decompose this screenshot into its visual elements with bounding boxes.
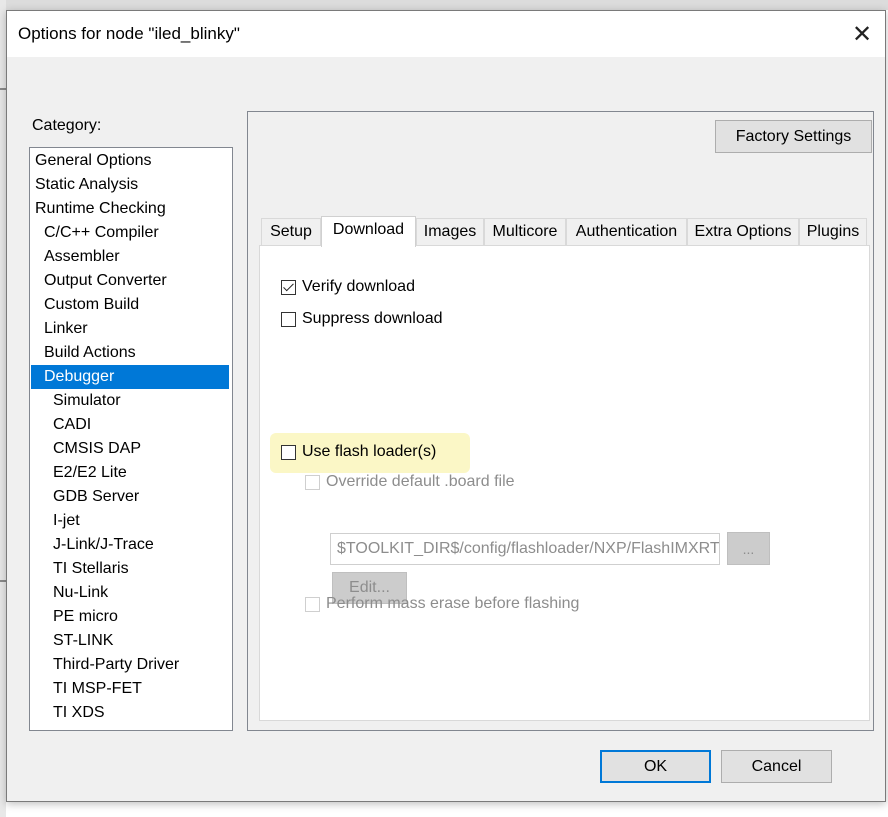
tab-multicore[interactable]: Multicore xyxy=(484,218,566,246)
mass-erase-checkbox[interactable] xyxy=(305,596,320,612)
tab-plugins[interactable]: Plugins xyxy=(799,218,867,246)
cancel-button[interactable]: Cancel xyxy=(721,750,832,783)
verify-download-checkbox[interactable] xyxy=(281,279,296,295)
title-bar: Options for node "iled_blinky" ✕ xyxy=(7,11,885,57)
use-flash-loader-label: Use flash loader(s) xyxy=(302,443,437,460)
override-board-file-label: Override default .board file xyxy=(326,473,515,490)
category-item-cadi[interactable]: CADI xyxy=(31,413,229,437)
tab-images[interactable]: Images xyxy=(416,218,484,246)
use-flash-loader-option[interactable]: Use flash loader(s) xyxy=(281,443,436,461)
category-item-ti-msp-fet[interactable]: TI MSP-FET xyxy=(31,677,229,701)
category-item-general-options[interactable]: General Options xyxy=(31,149,229,173)
options-panel: Factory Settings Setup Download Images M… xyxy=(247,111,874,731)
category-item-runtime-checking[interactable]: Runtime Checking xyxy=(31,197,229,221)
mass-erase-option[interactable]: Perform mass erase before flashing xyxy=(305,595,579,613)
category-label: Category: xyxy=(32,117,102,134)
ok-button[interactable]: OK xyxy=(600,750,711,783)
category-item-i-jet[interactable]: I-jet xyxy=(31,509,229,533)
category-list[interactable]: General Options Static Analysis Runtime … xyxy=(29,147,233,731)
category-item-debugger[interactable]: Debugger xyxy=(31,365,229,389)
override-board-file-checkbox[interactable] xyxy=(305,474,320,490)
background-app-top xyxy=(0,0,888,10)
tab-setup[interactable]: Setup xyxy=(261,218,321,246)
category-item-static-analysis[interactable]: Static Analysis xyxy=(31,173,229,197)
category-item-linker[interactable]: Linker xyxy=(31,317,229,341)
tab-bar: Setup Download Images Multicore Authenti… xyxy=(261,216,867,247)
category-item-output-converter[interactable]: Output Converter xyxy=(31,269,229,293)
category-item-gdb-server[interactable]: GDB Server xyxy=(31,485,229,509)
category-item-e2-e2-lite[interactable]: E2/E2 Lite xyxy=(31,461,229,485)
tab-authentication[interactable]: Authentication xyxy=(566,218,687,246)
close-icon: ✕ xyxy=(851,20,873,48)
suppress-download-option[interactable]: Suppress download xyxy=(281,310,443,328)
override-board-file-option[interactable]: Override default .board file xyxy=(305,473,515,491)
close-button[interactable]: ✕ xyxy=(839,11,885,57)
options-dialog: Options for node "iled_blinky" ✕ Categor… xyxy=(6,10,886,802)
tab-download[interactable]: Download xyxy=(321,216,416,247)
tab-extra-options[interactable]: Extra Options xyxy=(687,218,799,246)
board-file-path-input[interactable]: $TOOLKIT_DIR$/config/flashloader/NXP/Fla… xyxy=(330,533,720,565)
suppress-download-label: Suppress download xyxy=(302,310,443,327)
dialog-title: Options for node "iled_blinky" xyxy=(18,24,240,43)
category-item-pe-micro[interactable]: PE micro xyxy=(31,605,229,629)
category-item-cmsis-dap[interactable]: CMSIS DAP xyxy=(31,437,229,461)
factory-settings-button[interactable]: Factory Settings xyxy=(715,120,872,153)
use-flash-loader-checkbox[interactable] xyxy=(281,444,296,460)
category-item-ti-xds[interactable]: TI XDS xyxy=(31,701,229,725)
category-item-simulator[interactable]: Simulator xyxy=(31,389,229,413)
download-tab-page: Verify download Suppress download Use fl… xyxy=(259,245,870,721)
verify-download-label: Verify download xyxy=(302,278,415,295)
mass-erase-label: Perform mass erase before flashing xyxy=(326,595,580,612)
category-item-nu-link[interactable]: Nu-Link xyxy=(31,581,229,605)
category-item-j-link-j-trace[interactable]: J-Link/J-Trace xyxy=(31,533,229,557)
category-item-assembler[interactable]: Assembler xyxy=(31,245,229,269)
category-item-custom-build[interactable]: Custom Build xyxy=(31,293,229,317)
category-item-build-actions[interactable]: Build Actions xyxy=(31,341,229,365)
category-item-st-link[interactable]: ST-LINK xyxy=(31,629,229,653)
verify-download-option[interactable]: Verify download xyxy=(281,278,415,296)
suppress-download-checkbox[interactable] xyxy=(281,311,296,327)
category-item-ti-stellaris[interactable]: TI Stellaris xyxy=(31,557,229,581)
browse-button[interactable]: ... xyxy=(727,532,770,565)
category-item-c-cpp-compiler[interactable]: C/C++ Compiler xyxy=(31,221,229,245)
category-item-third-party-driver[interactable]: Third-Party Driver xyxy=(31,653,229,677)
